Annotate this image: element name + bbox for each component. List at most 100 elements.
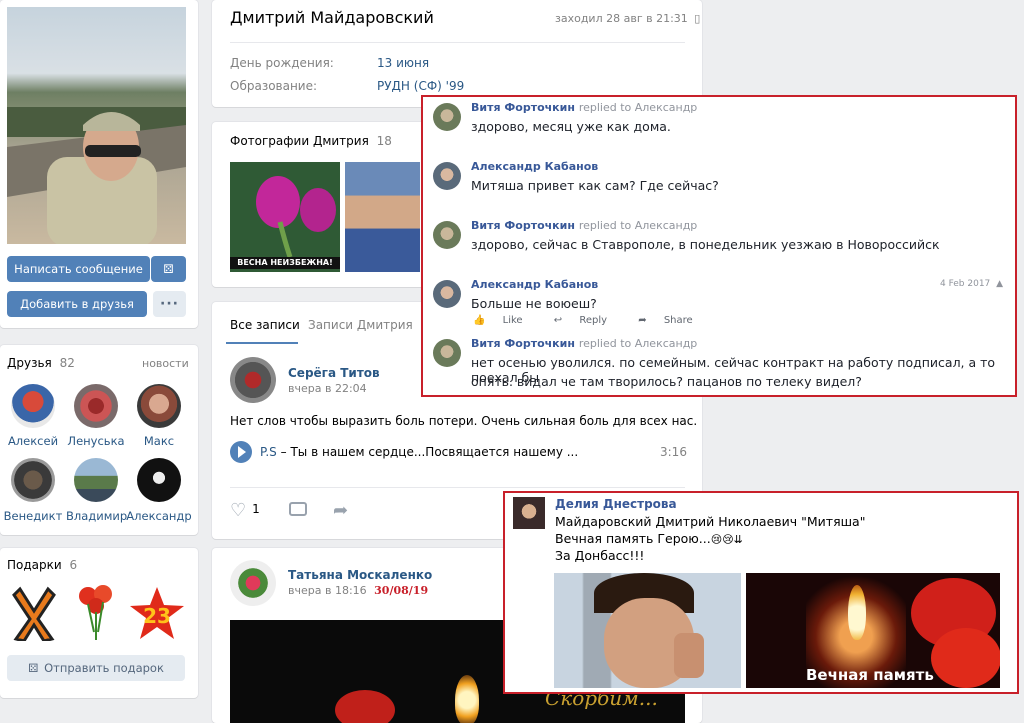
comment3-author[interactable]: Витя Форточкин replied to Александр — [471, 219, 697, 232]
send-gift-label: Отправить подарок — [44, 661, 164, 675]
more-actions-button[interactable]: ··· — [153, 291, 186, 317]
reply-action[interactable]: ↩ Reply — [554, 315, 621, 326]
post1-time[interactable]: вчера в 22:04 — [288, 382, 367, 395]
gifts-count: 6 — [69, 558, 78, 572]
like-button[interactable]: ♡ 1 — [230, 500, 260, 521]
memorial-photo-candle[interactable]: Вечная память — [746, 573, 1000, 688]
profile-photo[interactable] — [7, 7, 186, 244]
friend-name-venedikt[interactable]: Венедикт — [3, 509, 63, 523]
memorial-author-avatar[interactable] — [513, 497, 545, 529]
gift-carnations-icon[interactable] — [76, 582, 116, 642]
audio-track[interactable]: P.S – Ты в нашем сердце...Посвящается на… — [260, 445, 578, 459]
profile-name: Дмитрий Майдаровский — [230, 8, 434, 27]
add-friend-button[interactable]: Добавить в друзья — [7, 291, 147, 317]
photos-count: 18 — [376, 134, 392, 148]
photo-thumb-flower[interactable]: ВЕСНА НЕИЗБЕЖНА! — [230, 162, 340, 272]
comment3-replied: replied to Александр — [578, 219, 698, 232]
birthday-label: День рождения: — [230, 56, 334, 70]
comment4-date[interactable]: 4 Feb 2017 ▲ — [940, 279, 1003, 289]
comment3-text: здорово, сейчас в Ставрополе, в понедель… — [471, 237, 940, 252]
friends-news-link[interactable]: новости — [142, 357, 189, 370]
post2-author-avatar[interactable] — [230, 560, 276, 606]
photos-header[interactable]: Фотографии Дмитрия 18 — [230, 134, 392, 148]
post2-author[interactable]: Татьяна Москаленко — [288, 568, 432, 582]
rose-left — [335, 690, 395, 723]
memorial-author[interactable]: Делия Днестрова — [555, 497, 677, 511]
birthday-value[interactable]: 13 июня — [377, 56, 429, 70]
memorial-line1: Майдаровский Дмитрий Николаевич "Митяша" — [555, 514, 866, 529]
photos-title: Фотографии Дмитрия — [230, 134, 369, 148]
education-value[interactable]: РУДН (СФ) '99 — [377, 79, 464, 93]
reply-icon: ↩ — [553, 315, 563, 326]
gift-icon: ⚄ — [163, 262, 174, 276]
memorial-line3: За Донбасс!!! — [555, 548, 645, 563]
comment-icon[interactable] — [289, 502, 307, 516]
man-phone — [674, 633, 704, 678]
comment4-actions: 👍 Like ↩ Reply ➦ Share — [473, 315, 721, 326]
friend-name-aleksandr[interactable]: Александр — [126, 509, 192, 523]
post1-author[interactable]: Серёга Титов — [288, 366, 380, 380]
comment1-author[interactable]: Витя Форточкин replied to Александр — [471, 101, 697, 114]
mobile-icon: ▯ — [694, 12, 701, 25]
reply-action-label: Reply — [579, 315, 608, 326]
candle-flame — [455, 675, 479, 723]
photo-caption: ВЕСНА НЕИЗБЕЖНА! — [230, 257, 340, 269]
write-message-label: Написать сообщение — [14, 262, 143, 276]
gift-ribbon-icon[interactable] — [12, 585, 56, 641]
friend-avatar-maks[interactable] — [137, 384, 181, 428]
friend-avatar-vladimir[interactable] — [74, 458, 118, 502]
write-message-button[interactable]: Написать сообщение — [7, 256, 150, 282]
photo-thumb-people[interactable] — [345, 162, 420, 272]
tab-all-posts[interactable]: Все записи — [230, 318, 300, 332]
gifts-title: Подарки — [7, 558, 62, 572]
play-icon — [238, 446, 246, 458]
share-icon[interactable]: ➦ — [333, 500, 348, 521]
audio-dash: – — [280, 445, 291, 459]
comment1-text: здорово, месяц уже как дома. — [471, 119, 671, 134]
comment4-avatar[interactable] — [433, 280, 461, 308]
tab-dmitry-posts[interactable]: Записи Дмитрия — [308, 318, 413, 332]
flower-image — [230, 162, 340, 272]
education-label: Образование: — [230, 79, 318, 93]
share-arrow-icon: ➦ — [638, 315, 647, 326]
warning-icon: ▲ — [996, 279, 1004, 289]
friends-count: 82 — [59, 356, 75, 370]
friend-avatar-lenuska[interactable] — [74, 384, 118, 428]
thumbs-up-icon: 👍 — [473, 315, 486, 326]
gift-star-23-icon[interactable]: 23 — [128, 585, 186, 641]
comment3-avatar[interactable] — [433, 221, 461, 249]
comment1-author-name: Витя Форточкин — [471, 101, 575, 114]
friend-avatar-venedikt[interactable] — [11, 458, 55, 502]
share-action[interactable]: ➦ Share — [638, 315, 706, 326]
comment5-author[interactable]: Витя Форточкин replied to Александр — [471, 337, 697, 350]
friend-name-lenuska[interactable]: Ленуська — [66, 434, 126, 448]
comment4-text: Больше не воюеш? — [471, 296, 597, 311]
audio-artist: P.S — [260, 445, 277, 459]
post1-author-avatar[interactable] — [230, 357, 276, 403]
last-seen-text: заходил 28 авг в 21:31 — [555, 12, 688, 25]
comment5-author-name: Витя Форточкин — [471, 337, 575, 350]
friends-title: Друзья — [7, 356, 52, 370]
comment2-avatar[interactable] — [433, 162, 461, 190]
comment1-avatar[interactable] — [433, 103, 461, 131]
person-photo-image — [7, 107, 186, 244]
friend-avatar-aleksey[interactable] — [11, 384, 55, 428]
friend-name-maks[interactable]: Макс — [129, 434, 189, 448]
comment1-replied: replied to Александр — [578, 101, 698, 114]
friend-avatar-aleksandr[interactable] — [137, 458, 181, 502]
memorial-photo-man[interactable] — [554, 573, 741, 688]
audio-play-button[interactable] — [230, 441, 252, 463]
friend-name-vladimir[interactable]: Владимир — [66, 509, 127, 523]
comment3-author-name: Витя Форточкин — [471, 219, 575, 232]
gifts-header[interactable]: Подарки 6 — [7, 558, 77, 572]
comment4-author[interactable]: Александр Кабанов — [471, 278, 598, 291]
friends-header[interactable]: Друзья 82 — [7, 356, 75, 370]
send-gift-button[interactable]: ⚄ Отправить подарок — [7, 655, 185, 681]
comment5-avatar[interactable] — [433, 339, 461, 367]
post2-date-red: 30/08/19 — [374, 584, 429, 597]
friend-name-aleksey[interactable]: Алексей — [3, 434, 63, 448]
comment2-author[interactable]: Александр Кабанов — [471, 160, 598, 173]
like-action[interactable]: 👍 Like — [473, 315, 537, 326]
gift-icon-button[interactable]: ⚄ — [151, 256, 186, 282]
post2-time[interactable]: вчера в 18:16 30/08/19 — [288, 584, 428, 597]
